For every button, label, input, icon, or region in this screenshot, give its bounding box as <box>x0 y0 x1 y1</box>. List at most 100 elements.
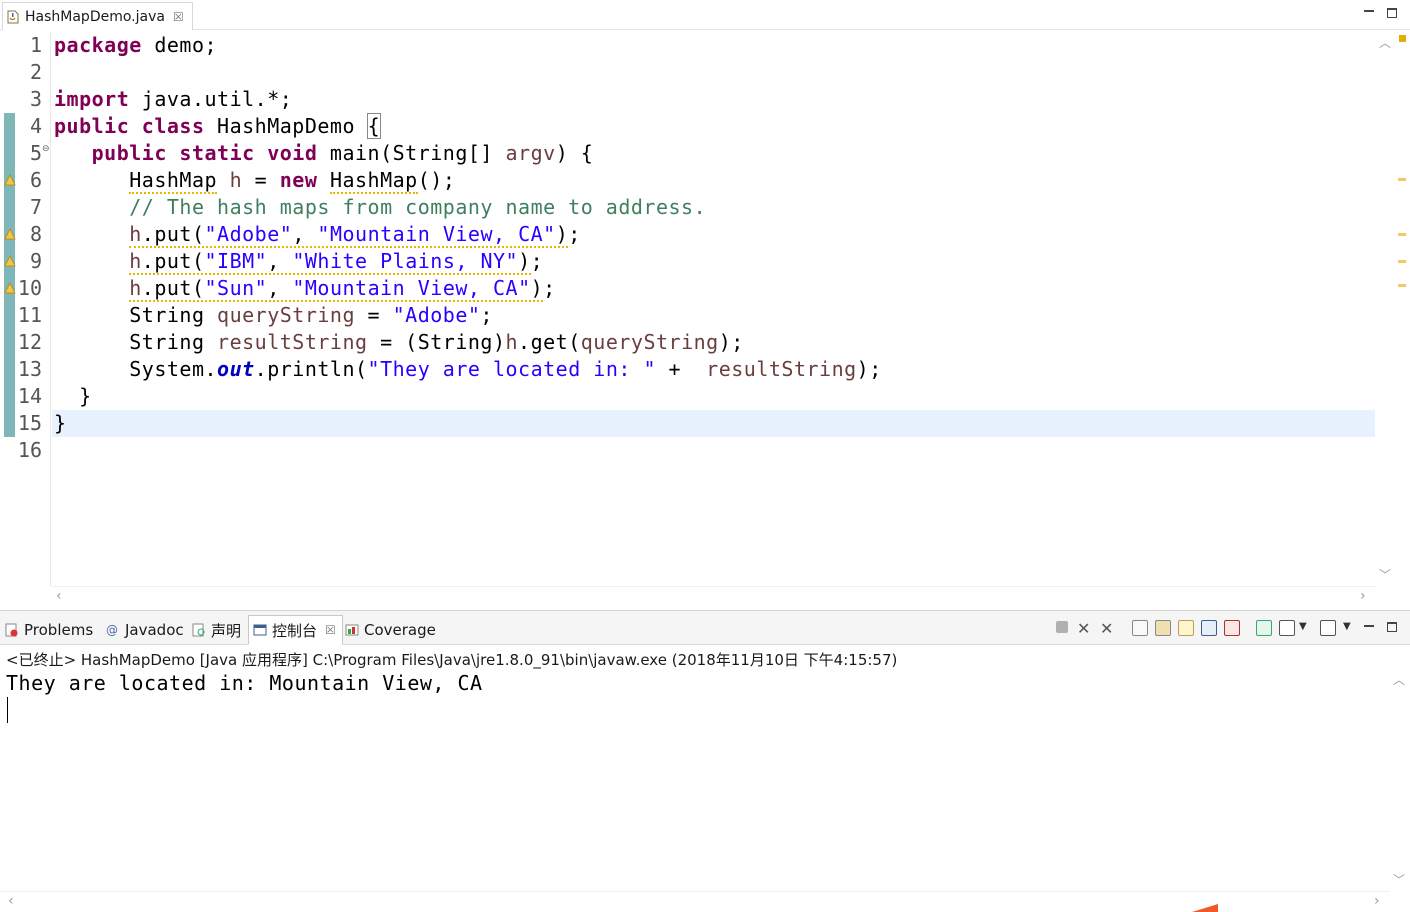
editor-pane: HashMapDemo.java ☒ 1 2 3 4 5 ⊖ 6 7 8 9 1… <box>0 0 1410 608</box>
line-number: 11 <box>17 303 42 327</box>
close-icon[interactable]: ☒ <box>325 623 336 637</box>
scroll-up-icon[interactable]: ︿ <box>1376 34 1394 51</box>
console-output-line: They are located in: Mountain View, CA <box>6 671 483 695</box>
coverage-icon <box>345 624 359 636</box>
mouse-pointer-icon <box>1192 904 1218 912</box>
code-line[interactable]: // The hash maps from company name to ad… <box>54 194 706 221</box>
line-number: 1 <box>29 33 42 57</box>
scroll-down-icon[interactable]: ﹀ <box>1376 566 1394 583</box>
console-horizontal-scrollbar[interactable]: ‹ › <box>0 891 1390 911</box>
console-vertical-scrollbar[interactable]: ︿ ﹀ <box>1390 669 1408 891</box>
editor-tab-label: HashMapDemo.java <box>25 8 165 25</box>
tab-declaration[interactable]: 声明 <box>192 615 241 645</box>
console-output[interactable]: They are located in: Mountain View, CA <box>0 669 1388 891</box>
warning-icon[interactable] <box>4 255 16 267</box>
tab-label: Coverage <box>364 621 436 639</box>
scroll-left-icon[interactable]: ‹ <box>8 893 14 909</box>
line-number: 14 <box>17 384 42 408</box>
editor-horizontal-scrollbar[interactable]: ‹ › <box>52 586 1376 606</box>
line-number: 3 <box>29 87 42 111</box>
line-number: 2 <box>29 60 42 84</box>
warning-icon[interactable] <box>4 282 16 294</box>
pin-console-icon[interactable] <box>1256 620 1272 636</box>
maximize-icon[interactable] <box>1387 622 1397 632</box>
line-number: 12 <box>17 330 42 354</box>
code-line[interactable]: } <box>54 410 67 437</box>
minimize-icon[interactable] <box>1364 6 1374 12</box>
code-line[interactable]: } <box>54 383 92 410</box>
text-caret <box>7 697 8 723</box>
tab-problems[interactable]: Problems <box>5 615 93 645</box>
console-icon <box>253 624 267 636</box>
current-line-highlight <box>52 410 1375 437</box>
warning-overview-mark[interactable] <box>1398 178 1406 181</box>
line-number: 15 <box>17 411 42 435</box>
code-line[interactable]: h.put("Adobe", "Mountain View, CA"); <box>54 221 581 248</box>
overview-ruler[interactable] <box>1396 32 1410 586</box>
launch-info: <已终止> HashMapDemo [Java 应用程序] C:\Program… <box>6 651 898 669</box>
code-line[interactable]: HashMap h = new HashMap(); <box>54 167 455 194</box>
code-line[interactable]: System.out.println("They are located in:… <box>54 356 882 383</box>
problems-icon <box>5 623 18 637</box>
warning-overview-mark[interactable] <box>1398 284 1406 287</box>
open-console-icon[interactable] <box>1320 620 1336 636</box>
warning-icon[interactable] <box>4 228 16 240</box>
java-file-icon <box>7 10 19 23</box>
view-tab-bar: Problems @ Javadoc 声明 控制台 ☒ Coverage ✕ ✕ <box>0 611 1410 645</box>
warning-summary-icon[interactable] <box>1399 35 1406 42</box>
code-line[interactable]: public class HashMapDemo { <box>54 113 382 140</box>
show-on-stdout-icon[interactable] <box>1201 620 1217 636</box>
code-line[interactable]: import java.util.*; <box>54 86 292 113</box>
code-line[interactable]: package demo; <box>54 32 217 59</box>
line-number: 8 <box>29 222 42 246</box>
scroll-right-icon[interactable]: › <box>1374 893 1380 909</box>
warning-overview-mark[interactable] <box>1398 260 1406 263</box>
code-line[interactable]: h.put("IBM", "White Plains, NY"); <box>54 248 543 275</box>
editor-tab-hashmapdemo[interactable]: HashMapDemo.java ☒ <box>2 2 193 30</box>
code-line[interactable]: public static void main(String[] argv) { <box>54 140 593 167</box>
maximize-icon[interactable] <box>1387 8 1397 18</box>
scroll-right-icon[interactable]: › <box>1360 588 1366 604</box>
line-number: 10 <box>17 276 42 300</box>
console-pane: Problems @ Javadoc 声明 控制台 ☒ Coverage ✕ ✕ <box>0 610 1410 912</box>
remove-launch-icon[interactable]: ✕ <box>1077 619 1093 638</box>
code-line[interactable]: h.put("Sun", "Mountain View, CA"); <box>54 275 556 302</box>
tab-javadoc[interactable]: @ Javadoc <box>106 615 184 645</box>
editor-vertical-scrollbar[interactable]: ︿ ﹀ <box>1376 32 1394 586</box>
scroll-left-icon[interactable]: ‹ <box>56 588 62 604</box>
scroll-down-icon[interactable]: ﹀ <box>1390 871 1408 888</box>
tab-console[interactable]: 控制台 ☒ <box>248 615 343 645</box>
warning-icon[interactable] <box>4 174 16 186</box>
line-number: 9 <box>29 249 42 273</box>
tab-label: 声明 <box>211 621 242 640</box>
dropdown-icon[interactable]: ▼ <box>1299 621 1315 637</box>
line-number: 7 <box>29 195 42 219</box>
fold-icon[interactable]: ⊖ <box>42 144 50 154</box>
line-number: 4 <box>29 114 42 138</box>
show-on-stderr-icon[interactable] <box>1224 620 1240 636</box>
line-number: 6 <box>29 168 42 192</box>
clear-console-icon[interactable] <box>1132 620 1148 636</box>
display-console-icon[interactable] <box>1279 620 1295 636</box>
tab-coverage[interactable]: Coverage <box>345 615 436 645</box>
scroll-up-icon[interactable]: ︿ <box>1390 671 1408 688</box>
scroll-lock-icon[interactable] <box>1155 620 1171 636</box>
declaration-icon <box>192 623 205 637</box>
close-icon[interactable]: ☒ <box>173 10 184 24</box>
tab-label: Javadoc <box>125 621 184 639</box>
line-number: 13 <box>17 357 42 381</box>
line-number: 5 <box>29 141 42 165</box>
word-wrap-icon[interactable] <box>1178 620 1194 636</box>
change-bar <box>4 113 15 140</box>
javadoc-icon: @ <box>106 623 118 637</box>
minimize-icon[interactable] <box>1364 621 1374 627</box>
tab-label: 控制台 <box>272 621 318 640</box>
warning-overview-mark[interactable] <box>1398 233 1406 236</box>
code-line[interactable]: String queryString = "Adobe"; <box>54 302 493 329</box>
line-number: 16 <box>17 438 42 462</box>
code-line[interactable]: String resultString = (String)h.get(quer… <box>54 329 744 356</box>
editor-tab-bar: HashMapDemo.java ☒ <box>0 0 1410 30</box>
dropdown-icon[interactable]: ▼ <box>1343 621 1359 637</box>
remove-all-terminated-icon[interactable]: ✕ <box>1100 619 1116 638</box>
terminate-icon[interactable] <box>1056 621 1068 633</box>
